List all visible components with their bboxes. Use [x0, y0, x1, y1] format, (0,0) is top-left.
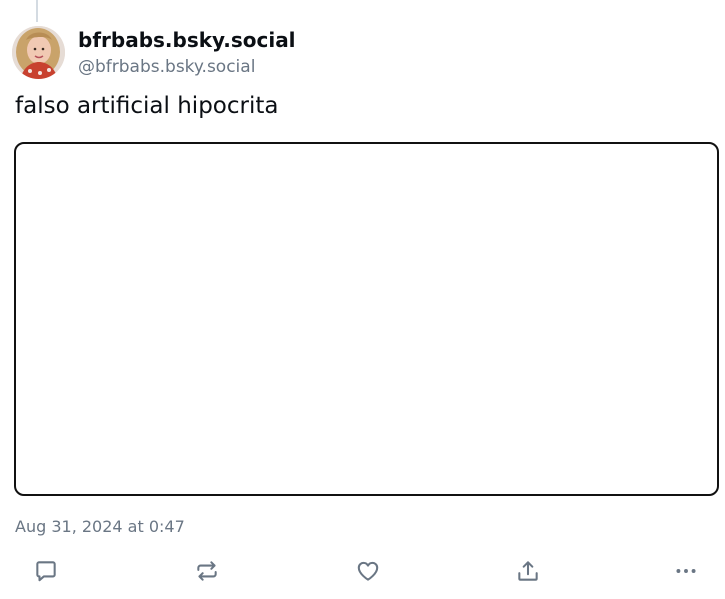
repost-arrows-icon — [197, 561, 217, 581]
post-text: falso artificial hipocrita — [15, 93, 279, 119]
thread-connector-line — [36, 0, 38, 22]
embed-frame[interactable] — [14, 142, 719, 496]
share-button[interactable] — [513, 556, 543, 586]
more-options-button[interactable] — [671, 556, 701, 586]
author-handle[interactable]: @bfrbabs.bsky.social — [78, 55, 255, 79]
avatar-image — [12, 26, 65, 79]
share-upload-icon — [518, 561, 538, 581]
repost-button[interactable] — [192, 556, 222, 586]
post-view: bfrbabs.bsky.social @bfrbabs.bsky.social… — [0, 0, 725, 599]
ellipsis-icon — [676, 569, 696, 573]
author-display-name[interactable]: bfrbabs.bsky.social — [78, 27, 296, 53]
like-button[interactable] — [353, 556, 383, 586]
avatar[interactable] — [12, 26, 65, 79]
post-timestamp[interactable]: Aug 31, 2024 at 0:47 — [15, 515, 185, 539]
heart-icon — [357, 561, 379, 581]
reply-button[interactable] — [31, 556, 61, 586]
speech-bubble-icon — [36, 561, 56, 582]
